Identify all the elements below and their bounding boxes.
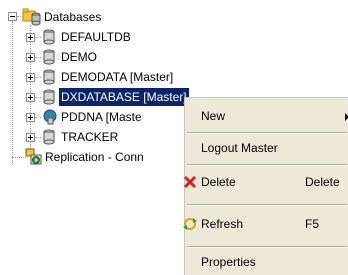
menu-label: Delete	[201, 175, 236, 189]
menu-item-new[interactable]: New	[185, 104, 348, 128]
folder-database-icon	[22, 8, 41, 26]
refresh-icon	[183, 218, 197, 230]
database-icon	[43, 69, 55, 85]
menu-label: Logout Master	[201, 141, 278, 155]
replication-icon	[25, 148, 42, 165]
menu-separator	[187, 132, 347, 134]
globe-database-icon	[43, 109, 57, 125]
expand-toggle[interactable]	[26, 53, 35, 62]
database-icon	[43, 129, 55, 145]
menu-separator	[187, 204, 347, 206]
menu-item-delete[interactable]: Delete Delete	[183, 170, 348, 194]
tree-item-label: DEMO	[61, 50, 97, 64]
menu-label: Properties	[201, 255, 256, 269]
menu-separator	[187, 246, 347, 248]
database-icon	[43, 29, 55, 45]
expand-toggle[interactable]	[26, 73, 35, 82]
menu-item-refresh[interactable]: Refresh F5	[183, 212, 348, 236]
tree-item-label-selected: DXDATABASE [Master]	[59, 88, 189, 106]
database-icon	[43, 89, 55, 105]
menu-shortcut: Delete	[305, 175, 340, 189]
tree-item-label: DEFAULTDB	[61, 30, 131, 44]
menu-separator	[187, 164, 347, 166]
menu-label: Refresh	[201, 217, 244, 231]
expand-toggle[interactable]	[26, 113, 35, 122]
delete-x-icon	[183, 175, 197, 189]
tree-item-label: PDDNA [Maste	[61, 110, 142, 124]
expand-toggle[interactable]	[26, 93, 35, 102]
menu-label: New	[201, 109, 226, 123]
menu-shortcut: F5	[305, 217, 320, 231]
tree-item-label: TRACKER	[61, 130, 119, 144]
expand-toggle[interactable]	[26, 33, 35, 42]
collapse-databases-toggle[interactable]	[8, 12, 17, 21]
menu-item-properties[interactable]: Properties	[185, 250, 348, 274]
tree-item-label: DEMODATA [Master]	[61, 70, 174, 84]
database-icon	[43, 49, 55, 65]
context-menu: New Logout Master Delete Delete Refresh …	[183, 97, 348, 275]
menu-item-logout[interactable]: Logout Master	[185, 136, 348, 160]
expand-toggle[interactable]	[26, 133, 35, 142]
